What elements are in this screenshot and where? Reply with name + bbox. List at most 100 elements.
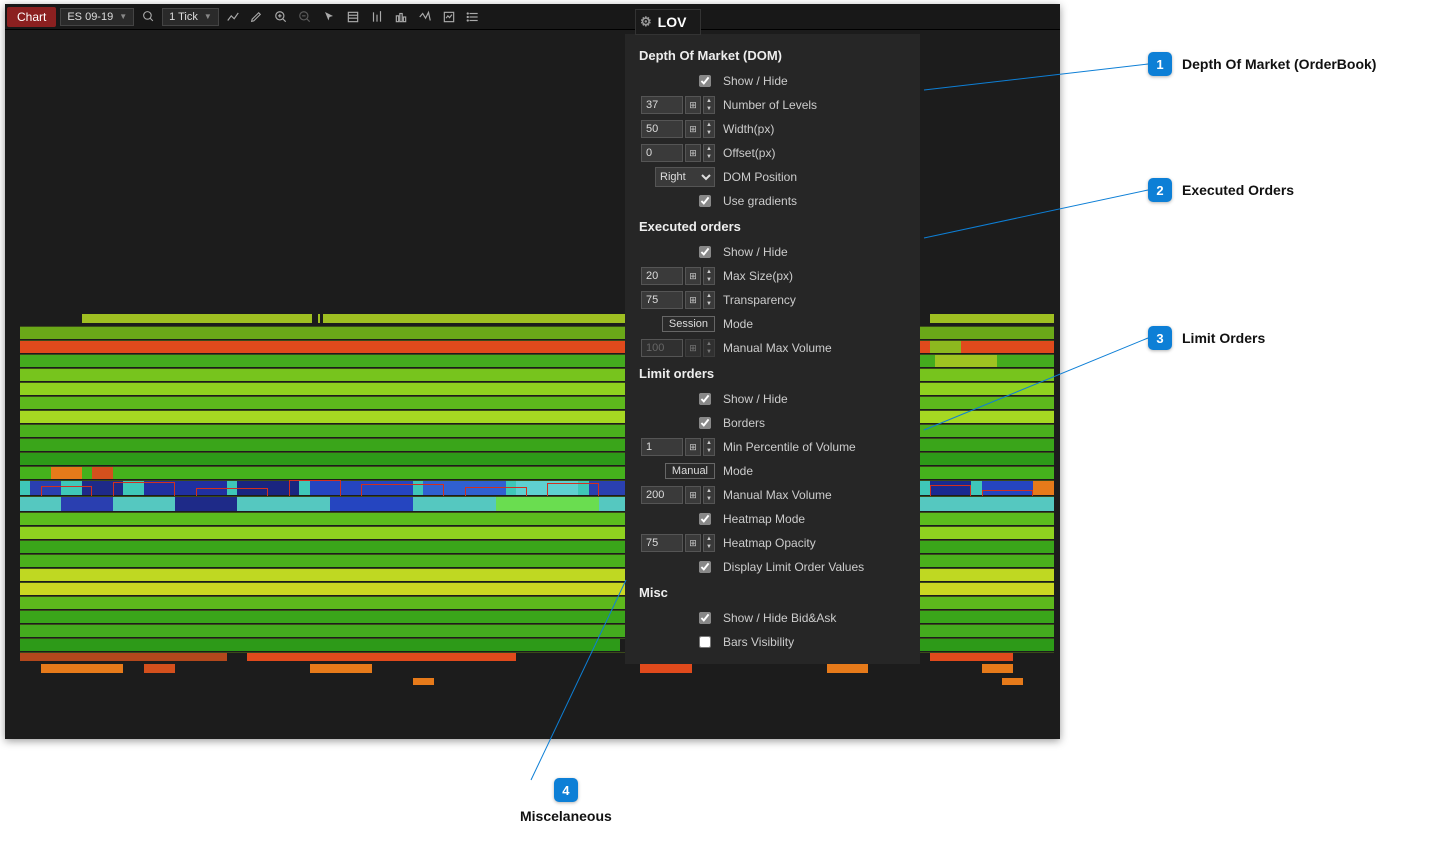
lov-tab[interactable]: ⚙ LOV — [635, 9, 701, 35]
list-icon[interactable] — [463, 7, 483, 27]
zoom-out-icon[interactable] — [295, 7, 315, 27]
limit-show-label: Show / Hide — [723, 392, 788, 406]
calculator-icon[interactable]: ⊞ — [685, 267, 701, 285]
cursor-icon[interactable] — [319, 7, 339, 27]
calculator-icon[interactable]: ⊞ — [685, 534, 701, 552]
limit-opacity-input[interactable] — [641, 534, 683, 552]
callout-badge: 4 — [554, 778, 578, 802]
limit-displayvalues-checkbox[interactable] — [699, 561, 711, 573]
exec-transparency-label: Transparency — [723, 293, 796, 307]
exec-show-checkbox[interactable] — [699, 246, 711, 258]
dom-offset-input[interactable] — [641, 144, 683, 162]
chevron-down-icon: ▼ — [119, 12, 127, 21]
callout-text: Miscelaneous — [520, 808, 612, 824]
callout-badge: 3 — [1148, 326, 1172, 350]
dom-offset-label: Offset(px) — [723, 146, 775, 160]
callout-badge: 1 — [1148, 52, 1172, 76]
limit-borders-checkbox[interactable] — [699, 417, 711, 429]
search-icon[interactable] — [138, 7, 158, 27]
dom-gradients-checkbox[interactable] — [699, 195, 711, 207]
calculator-icon[interactable]: ⊞ — [685, 144, 701, 162]
callout-1: 1 Depth Of Market (OrderBook) — [1148, 52, 1376, 76]
chart-type-label[interactable]: Chart — [7, 7, 56, 27]
data-series-icon[interactable] — [343, 7, 363, 27]
limit-mode-button[interactable]: Manual — [665, 463, 715, 479]
spinner-icon[interactable]: ▲▼ — [703, 534, 715, 552]
limit-borders-label: Borders — [723, 416, 765, 430]
interval-dropdown[interactable]: 1 Tick ▼ — [162, 8, 219, 26]
spinner-icon[interactable]: ▲▼ — [703, 96, 715, 114]
section-exec-title: Executed orders — [639, 219, 908, 234]
instrument-value: ES 09-19 — [67, 11, 113, 23]
limit-displayvalues-label: Display Limit Order Values — [723, 560, 864, 574]
limit-minpct-input[interactable] — [641, 438, 683, 456]
lov-tab-label: LOV — [658, 14, 687, 30]
limit-minpct-label: Min Percentile of Volume — [723, 440, 856, 454]
section-limit-title: Limit orders — [639, 366, 908, 381]
bars-icon[interactable] — [367, 7, 387, 27]
dom-position-select[interactable]: Right — [655, 167, 715, 187]
gear-icon: ⚙ — [640, 14, 652, 30]
misc-bidask-checkbox[interactable] — [699, 612, 711, 624]
exec-maxsize-label: Max Size(px) — [723, 269, 793, 283]
trading-app-window: Chart ES 09-19 ▼ 1 Tick ▼ — [5, 4, 1060, 739]
exec-show-label: Show / Hide — [723, 245, 788, 259]
dom-show-checkbox[interactable] — [699, 75, 711, 87]
callout-3: 3 Limit Orders — [1148, 326, 1265, 350]
interval-value: 1 Tick — [169, 11, 198, 23]
exec-mode-button[interactable]: Session — [662, 316, 715, 332]
limit-mode-label: Mode — [723, 464, 753, 478]
zoom-in-icon[interactable] — [271, 7, 291, 27]
callout-4: 4 Miscelaneous — [520, 778, 612, 824]
dom-width-input[interactable] — [641, 120, 683, 138]
chevron-down-icon: ▼ — [204, 12, 212, 21]
limit-heatmap-label: Heatmap Mode — [723, 512, 805, 526]
exec-transparency-input[interactable] — [641, 291, 683, 309]
dom-position-label: DOM Position — [723, 170, 797, 184]
callout-text: Limit Orders — [1182, 330, 1265, 346]
spinner-icon[interactable]: ▲▼ — [703, 291, 715, 309]
spinner-icon: ▲▼ — [703, 339, 715, 357]
dom-gradients-label: Use gradients — [723, 194, 797, 208]
pencil-icon[interactable] — [247, 7, 267, 27]
exec-manualmax-label: Manual Max Volume — [723, 341, 832, 355]
indicator-icon[interactable] — [415, 7, 435, 27]
misc-bidask-label: Show / Hide Bid&Ask — [723, 611, 836, 625]
limit-manualmax-label: Manual Max Volume — [723, 488, 832, 502]
misc-bars-checkbox[interactable] — [699, 636, 711, 648]
callout-badge: 2 — [1148, 178, 1172, 202]
columns-icon[interactable] — [391, 7, 411, 27]
limit-opacity-label: Heatmap Opacity — [723, 536, 816, 550]
settings-icon[interactable] — [439, 7, 459, 27]
exec-maxsize-input[interactable] — [641, 267, 683, 285]
calculator-icon: ⊞ — [685, 339, 701, 357]
callout-text: Depth Of Market (OrderBook) — [1182, 56, 1376, 72]
exec-manualmax-input — [641, 339, 683, 357]
dom-width-label: Width(px) — [723, 122, 774, 136]
section-misc-title: Misc — [639, 585, 908, 600]
calculator-icon[interactable]: ⊞ — [685, 486, 701, 504]
lov-settings-panel: Depth Of Market (DOM) Show / Hide ⊞▲▼Num… — [625, 34, 920, 664]
calculator-icon[interactable]: ⊞ — [685, 291, 701, 309]
limit-show-checkbox[interactable] — [699, 393, 711, 405]
instrument-dropdown[interactable]: ES 09-19 ▼ — [60, 8, 134, 26]
dom-levels-label: Number of Levels — [723, 98, 817, 112]
drawing-line-icon[interactable] — [223, 7, 243, 27]
calculator-icon[interactable]: ⊞ — [685, 438, 701, 456]
callout-2: 2 Executed Orders — [1148, 178, 1294, 202]
spinner-icon[interactable]: ▲▼ — [703, 144, 715, 162]
misc-bars-label: Bars Visibility — [723, 635, 794, 649]
spinner-icon[interactable]: ▲▼ — [703, 438, 715, 456]
section-dom-title: Depth Of Market (DOM) — [639, 48, 908, 63]
calculator-icon[interactable]: ⊞ — [685, 96, 701, 114]
limit-manualmax-input[interactable] — [641, 486, 683, 504]
exec-mode-label: Mode — [723, 317, 753, 331]
calculator-icon[interactable]: ⊞ — [685, 120, 701, 138]
spinner-icon[interactable]: ▲▼ — [703, 267, 715, 285]
limit-heatmap-checkbox[interactable] — [699, 513, 711, 525]
callout-text: Executed Orders — [1182, 182, 1294, 198]
spinner-icon[interactable]: ▲▼ — [703, 486, 715, 504]
dom-levels-input[interactable] — [641, 96, 683, 114]
spinner-icon[interactable]: ▲▼ — [703, 120, 715, 138]
toolbar: Chart ES 09-19 ▼ 1 Tick ▼ — [5, 4, 1060, 30]
